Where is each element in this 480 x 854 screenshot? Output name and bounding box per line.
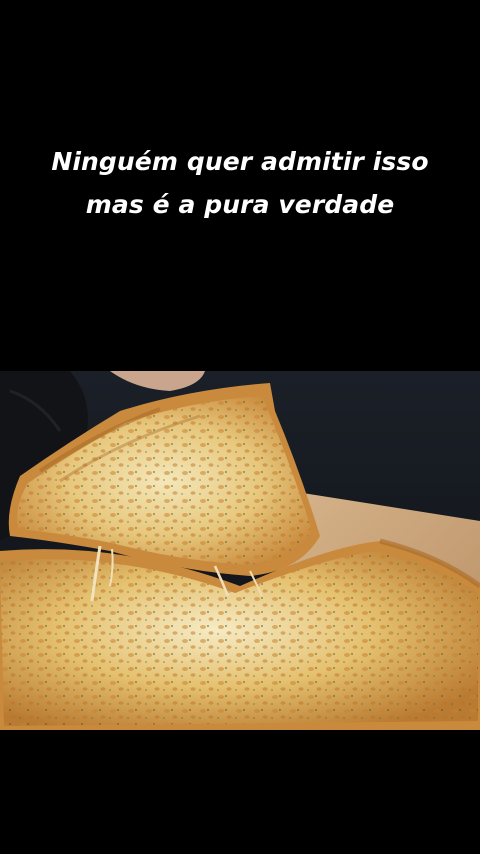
video-frame: Ninguém quer admitir isso mas é a pura v…: [0, 0, 480, 854]
pizza-photo: [0, 371, 480, 730]
caption-line-1: Ninguém quer admitir isso: [51, 147, 429, 176]
caption-text: Ninguém quer admitir isso mas é a pura v…: [0, 140, 480, 226]
caption-line-2: mas é a pura verdade: [85, 190, 395, 219]
